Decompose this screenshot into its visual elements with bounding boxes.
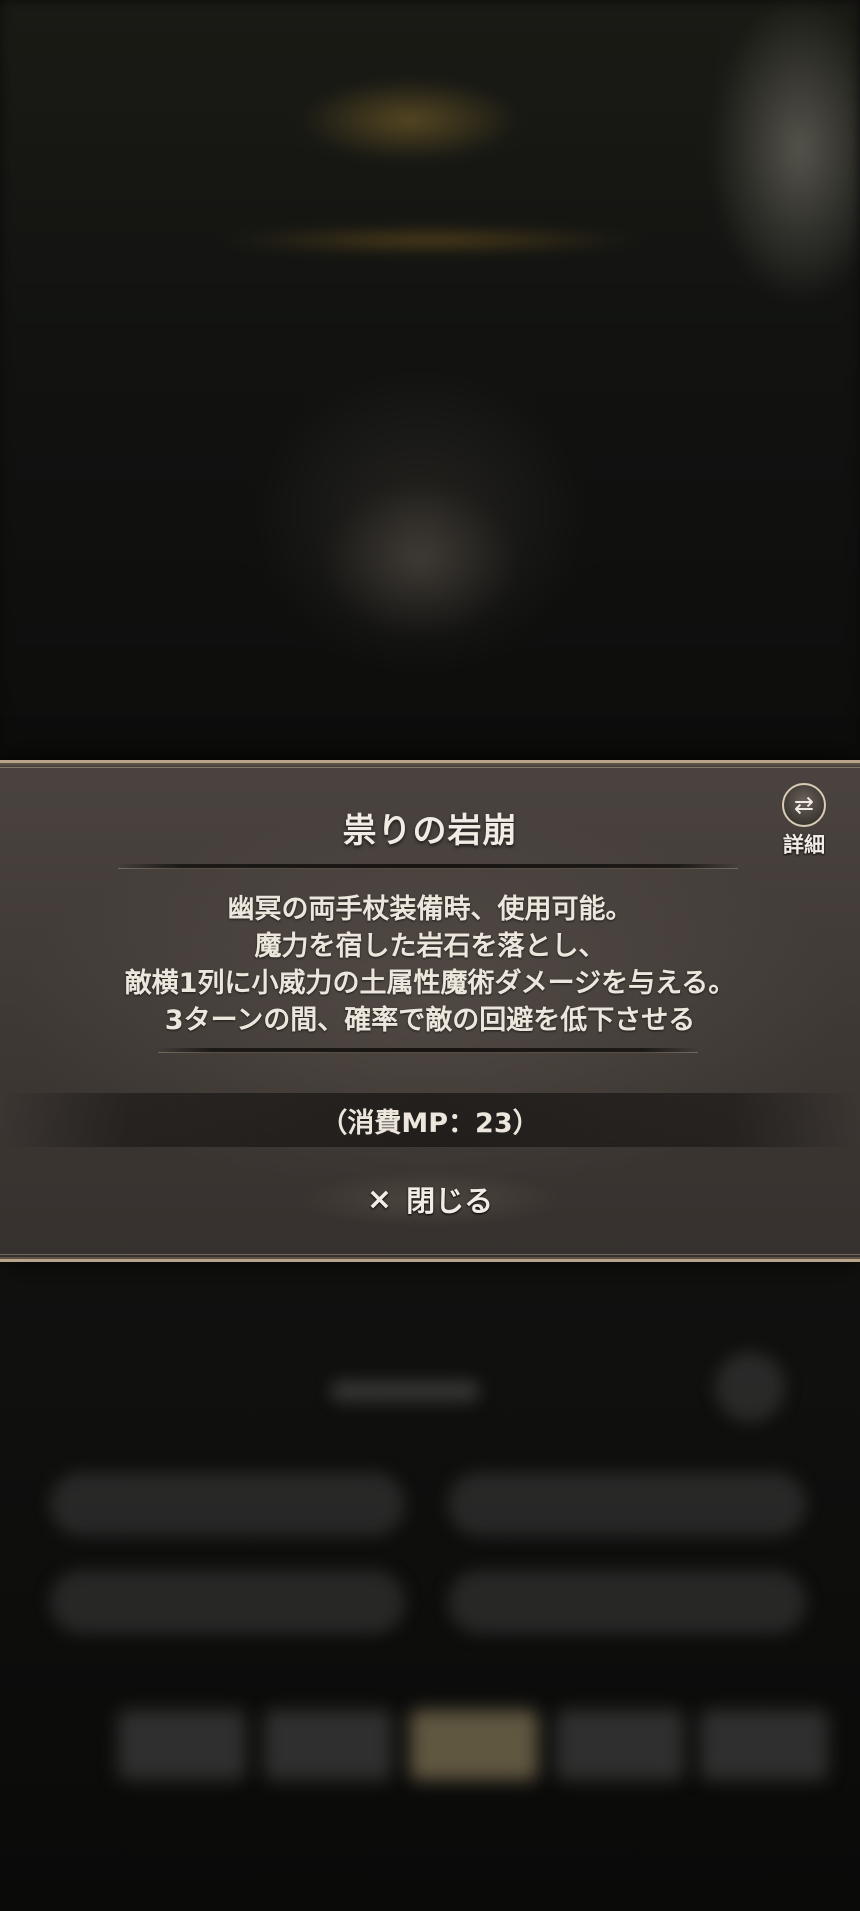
skill-description: 幽冥の両手杖装備時、使用可能。 魔力を宿した岩石を落とし、 敵横1列に小威力の土… bbox=[0, 891, 860, 1039]
description-line: 幽冥の両手杖装備時、使用可能。 bbox=[227, 894, 633, 925]
blurred-tab bbox=[410, 1710, 538, 1780]
blurred-round-button bbox=[715, 1352, 785, 1422]
blurred-tab bbox=[264, 1710, 392, 1780]
close-label: 閉じる bbox=[406, 1184, 494, 1218]
detail-label: 詳細 bbox=[783, 833, 825, 857]
description-line: 3ターンの間、確率で敵の回避を低下させる bbox=[164, 1005, 696, 1036]
blurred-skill-slot bbox=[448, 1472, 806, 1536]
blurred-character-scene bbox=[0, 0, 860, 760]
skill-title: 祟りの岩崩 bbox=[342, 811, 518, 851]
swap-icon: ⇄ bbox=[782, 783, 826, 827]
title-divider bbox=[118, 864, 738, 869]
blurred-tab bbox=[118, 1710, 246, 1780]
blurred-tab bbox=[700, 1710, 828, 1780]
blurred-label bbox=[330, 1380, 480, 1402]
skill-detail-dialog: 祟りの岩崩 ⇄ 詳細 幽冥の両手杖装備時、使用可能。 魔力を宿した岩石を落とし、… bbox=[0, 760, 860, 1262]
blurred-skill-slot bbox=[50, 1472, 405, 1536]
close-button[interactable]: × 閉じる bbox=[300, 1171, 560, 1227]
description-line: 敵横1列に小威力の土属性魔術ダメージを与える。 bbox=[124, 968, 736, 999]
close-icon: × bbox=[366, 1181, 393, 1217]
mp-cost: （消費MP：23） bbox=[0, 1093, 860, 1147]
description-divider bbox=[158, 1048, 698, 1053]
blurred-tab bbox=[556, 1710, 684, 1780]
blurred-skill-slot bbox=[50, 1570, 405, 1634]
detail-button[interactable]: ⇄ 詳細 bbox=[774, 783, 834, 859]
blurred-skill-slot bbox=[448, 1570, 806, 1634]
blurred-skill-panel bbox=[0, 1260, 860, 1911]
description-line: 魔力を宿した岩石を落とし、 bbox=[254, 931, 606, 962]
